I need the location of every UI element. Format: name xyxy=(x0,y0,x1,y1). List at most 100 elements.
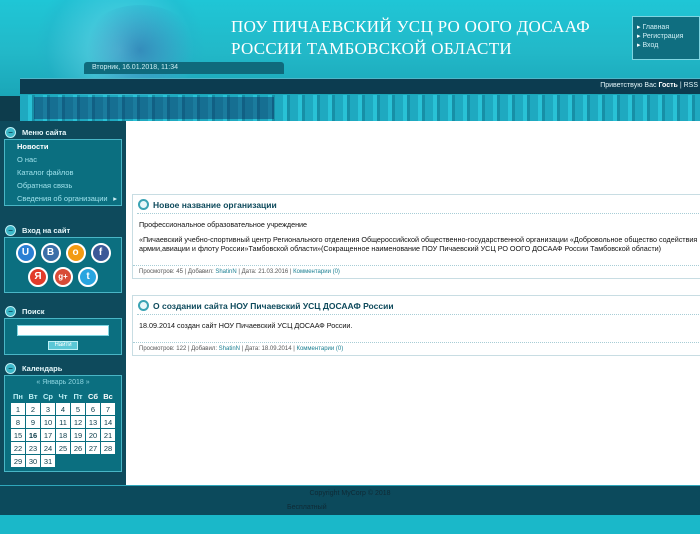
search-input[interactable] xyxy=(17,325,109,336)
views-count: 45 xyxy=(176,269,183,275)
calendar-day[interactable]: 25 xyxy=(55,441,71,455)
calendar-day[interactable]: 26 xyxy=(70,441,86,455)
calendar-table: Пн Вт Ср Чт Пт Сб Вс 1 2 3 4 5 6 7 8 9 10 11 12 13 14… xyxy=(10,389,116,468)
calendar-day[interactable]: 1 xyxy=(10,402,26,416)
entry-paragraph: 18.09.2014 создан сайт НОУ Пичаевский УС… xyxy=(139,321,353,330)
calendar-day[interactable]: 9 xyxy=(25,415,41,429)
calendar-day[interactable]: 4 xyxy=(55,402,71,416)
calendar-block-title-text: Календарь xyxy=(22,364,63,373)
calendar-weekdays: Пн Вт Ср Чт Пт Сб Вс xyxy=(10,389,116,403)
calendar-week: 8 9 10 11 12 13 14 xyxy=(10,415,116,429)
calendar-empty-cell xyxy=(70,454,86,468)
block-bullet-icon: − xyxy=(5,306,16,317)
entry-meta: Просмотров: 122 | Добавил: ShatinN | Дат… xyxy=(133,342,700,355)
calendar-day[interactable]: 22 xyxy=(10,441,26,455)
search-button[interactable]: Найти xyxy=(48,341,78,350)
top-menu-login[interactable]: Вход xyxy=(637,41,699,50)
menu-item-news[interactable]: Новости xyxy=(5,140,121,153)
calendar-day[interactable]: 3 xyxy=(40,402,56,416)
calendar-day[interactable]: 16 xyxy=(25,428,41,442)
calendar-day[interactable]: 31 xyxy=(40,454,56,468)
calendar-day[interactable]: 17 xyxy=(40,428,56,442)
entry-date: 21.03.2016 xyxy=(258,269,289,275)
calendar-day[interactable]: 27 xyxy=(85,441,101,455)
calendar-day[interactable]: 2 xyxy=(25,402,41,416)
menu-item-organization[interactable]: Сведения об организации ▸ xyxy=(5,192,121,205)
block-bullet-icon: − xyxy=(5,363,16,374)
top-menu-home[interactable]: Главная xyxy=(637,23,699,32)
calendar-empty-cell xyxy=(55,454,71,468)
site-title-line2[interactable]: РОССИИ ТАМБОВСКОЙ ОБЛАСТИ xyxy=(231,38,621,60)
odnoklassniki-login-icon[interactable]: о xyxy=(65,243,86,263)
sidebar: − Меню сайта Новости О нас Каталог файло… xyxy=(0,121,126,485)
author-link[interactable]: ShatinN xyxy=(219,346,240,352)
entry-paragraph: Профессиональное образовательное учрежде… xyxy=(139,220,308,229)
comments-link[interactable]: Комментарии (0) xyxy=(296,346,343,352)
calendar-day[interactable]: 29 xyxy=(10,454,26,468)
calendar-day[interactable]: 28 xyxy=(100,441,116,455)
menu-block-title: − Меню сайта xyxy=(2,125,124,139)
social-login-list: U B о f Я g+ t xyxy=(4,237,122,293)
calendar-day[interactable]: 20 xyxy=(85,428,101,442)
rss-link[interactable]: RSS xyxy=(684,82,698,89)
entry-bullet-icon xyxy=(138,199,149,210)
menu-item-about[interactable]: О нас xyxy=(5,153,121,166)
calendar-day[interactable]: 8 xyxy=(10,415,26,429)
site-header: ПОУ ПИЧАЕВСКИЙ УСЦ РО ООГО ДОСААФ РОССИИ… xyxy=(0,0,700,96)
weekday-label: Вс xyxy=(100,389,116,403)
ucoz-login-icon[interactable]: U xyxy=(15,243,36,263)
menu-block-title-text: Меню сайта xyxy=(22,128,67,137)
calendar-day[interactable]: 11 xyxy=(55,415,71,429)
calendar-day[interactable]: 19 xyxy=(70,428,86,442)
entry-body: 18.09.2014 создан сайт НОУ Пичаевский УС… xyxy=(133,315,700,342)
greeting-user: Гость xyxy=(658,82,678,89)
calendar-day[interactable]: 13 xyxy=(85,415,101,429)
calendar-day[interactable]: 24 xyxy=(40,441,56,455)
top-menu-register[interactable]: Регистрация xyxy=(637,32,699,41)
calendar-day[interactable]: 7 xyxy=(100,402,116,416)
site-title[interactable]: ПОУ ПИЧАЕВСКИЙ УСЦ РО ООГО ДОСААФ РОССИИ… xyxy=(231,16,621,60)
footer-hosting-link[interactable]: Бесплатный xyxy=(287,504,327,511)
header-banner xyxy=(20,95,700,121)
calendar-day[interactable]: 23 xyxy=(25,441,41,455)
calendar-week: 22 23 24 25 26 27 28 xyxy=(10,441,116,455)
calendar-day[interactable]: 6 xyxy=(85,402,101,416)
calendar-day[interactable]: 10 xyxy=(40,415,56,429)
calendar-caption[interactable]: « Январь 2018 » xyxy=(10,379,116,389)
calendar-empty-cell xyxy=(100,454,116,468)
calendar-day[interactable]: 21 xyxy=(100,428,116,442)
comments-link[interactable]: Комментарии (0) xyxy=(293,269,340,275)
calendar-day[interactable]: 18 xyxy=(55,428,71,442)
entry-title[interactable]: О создании сайта НОУ Пичаевский УСЦ ДОСА… xyxy=(133,296,700,314)
greeting-bar: Приветствую Вас Гость | RSS xyxy=(20,78,700,94)
site-title-line1[interactable]: ПОУ ПИЧАЕВСКИЙ УСЦ РО ООГО ДОСААФ xyxy=(231,16,621,38)
google-plus-login-icon[interactable]: g+ xyxy=(53,267,73,287)
calendar-day[interactable]: 5 xyxy=(70,402,86,416)
calendar-day[interactable]: 30 xyxy=(25,454,41,468)
weekday-label: Чт xyxy=(55,389,71,403)
calendar-day[interactable]: 15 xyxy=(10,428,26,442)
calendar-day[interactable]: 14 xyxy=(100,415,116,429)
login-block-title-text: Вход на сайт xyxy=(22,226,71,235)
vk-login-icon[interactable]: B xyxy=(40,243,61,263)
entry-title[interactable]: Новое название организации xyxy=(133,195,700,213)
weekday-label: Пн xyxy=(10,389,26,403)
calendar-day[interactable]: 12 xyxy=(70,415,86,429)
entry-title-text[interactable]: Новое название организации xyxy=(153,200,277,210)
facebook-login-icon[interactable]: f xyxy=(90,243,111,263)
author-link[interactable]: ShatinN xyxy=(215,269,236,275)
calendar-week: 29 30 31 xyxy=(10,454,116,468)
submenu-arrow-icon: ▸ xyxy=(113,194,117,203)
twitter-login-icon[interactable]: t xyxy=(78,267,98,287)
entry-bullet-icon xyxy=(138,300,149,311)
entry-title-text[interactable]: О создании сайта НОУ Пичаевский УСЦ ДОСА… xyxy=(153,301,394,311)
weekday-label: Пт xyxy=(70,389,86,403)
main-content: Новое название организации Профессиональ… xyxy=(126,121,700,485)
calendar-empty-cell xyxy=(85,454,101,468)
calendar-weeks: 1 2 3 4 5 6 7 8 9 10 11 12 13 14 15 16 17 18 19 20 21 22 23 24 2… xyxy=(10,402,116,468)
yandex-login-icon[interactable]: Я xyxy=(28,267,48,287)
menu-item-feedback[interactable]: Обратная связь xyxy=(5,179,121,192)
entry-paragraph: «Пичаевский учебно-спортивный центр Реги… xyxy=(139,235,698,253)
menu-item-files[interactable]: Каталог файлов xyxy=(5,166,121,179)
block-bullet-icon: − xyxy=(5,225,16,236)
